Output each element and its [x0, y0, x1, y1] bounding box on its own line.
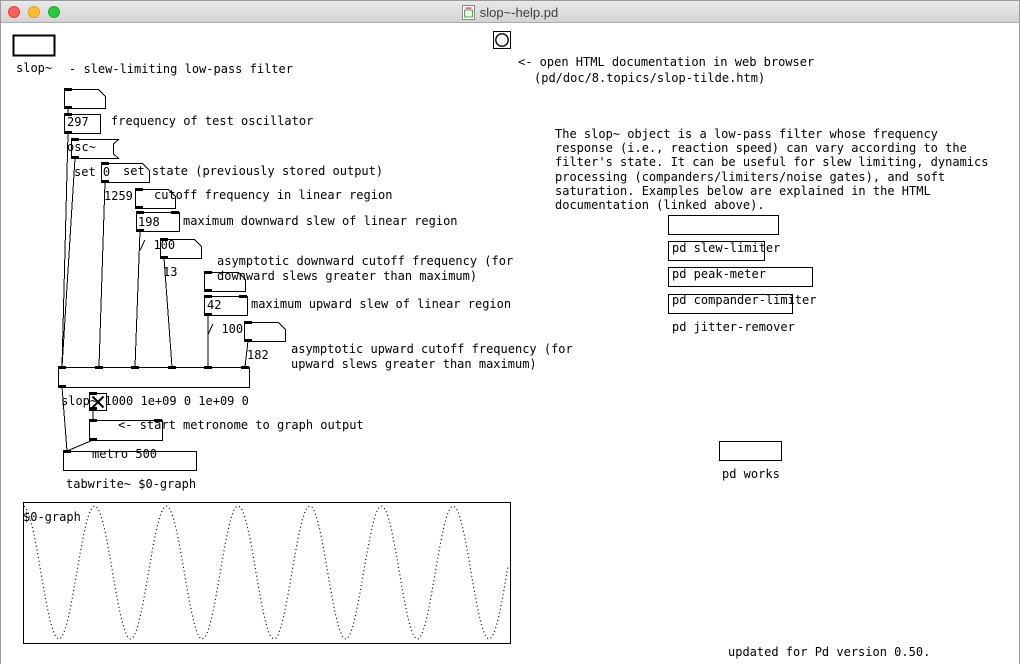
doc-comment: <- open HTML documentation in web browse…: [518, 55, 814, 69]
slop-object-box[interactable]: [59, 368, 250, 388]
doc-bang-box[interactable]: [494, 32, 511, 49]
osc-object-label[interactable]: osc~: [67, 140, 96, 154]
down-asym-number-value[interactable]: 13: [163, 265, 177, 279]
graph-sine-trace: [24, 506, 508, 639]
graph-array-frame: [24, 503, 511, 644]
down-asym-comment: asymptotic downward cutoff frequency (fo…: [217, 254, 513, 283]
set-message-label[interactable]: set 0: [74, 165, 110, 179]
pd-file-icon: [462, 5, 475, 20]
main-object-label[interactable]: slop~: [16, 61, 52, 75]
main-object-box[interactable]: [14, 36, 55, 56]
pd-slew-limiter-label[interactable]: pd slew-limiter: [672, 241, 780, 255]
up-asym-number-box[interactable]: [245, 323, 286, 342]
pd-works-label[interactable]: pd works: [722, 467, 780, 481]
set-comment: set state (previously stored output): [123, 164, 383, 178]
tabwrite-object-label[interactable]: tabwrite~ $0-graph: [66, 477, 196, 491]
cutoff-number-value[interactable]: 1259: [104, 189, 133, 203]
toggle-comment: <- start metronome to graph output: [118, 418, 364, 432]
footer-comment: updated for Pd version 0.50.: [728, 645, 930, 659]
down-slew-number-value[interactable]: 198: [138, 215, 160, 229]
pd-slew-limiter-box[interactable]: [669, 216, 779, 235]
cutoff-comment: cutoff frequency in linear region: [154, 188, 392, 202]
window-title: slop~-help.pd: [480, 5, 558, 20]
down-slew-comment: maximum downward slew of linear region: [183, 214, 458, 228]
description-comment: The slop~ object is a low-pass filter wh…: [555, 127, 988, 212]
metro-object-label[interactable]: metro 500: [92, 447, 157, 461]
tagline-comment: - slew-limiting low-pass filter: [69, 62, 293, 76]
up-slew-comment: maximum upward slew of linear region: [251, 297, 511, 311]
up-asym-number-value[interactable]: 182: [247, 348, 269, 362]
pd-window: slop~-help.pd: [0, 0, 1020, 664]
freq-number-value[interactable]: 297: [67, 115, 89, 129]
pd-jitter-remover-label[interactable]: pd jitter-remover: [672, 320, 795, 334]
up-slew-number-value[interactable]: 42: [207, 298, 221, 312]
up-asym-comment: asymptotic upward cutoff frequency (for …: [291, 342, 573, 371]
titlebar[interactable]: slop~-help.pd: [1, 1, 1019, 23]
pd-works-box[interactable]: [720, 442, 782, 461]
slop-object-label[interactable]: slop~ 1000 1e+09 0 1e+09 0: [61, 394, 249, 408]
graph-label: $0-graph: [23, 510, 81, 524]
doc-path-comment: (pd/doc/8.topics/slop-tilde.htm): [534, 71, 765, 85]
freq-number-box[interactable]: [65, 90, 106, 109]
div100-up-label[interactable]: / 100: [207, 322, 243, 336]
freq-comment: frequency of test oscillator: [111, 114, 313, 128]
pd-peak-meter-label[interactable]: pd peak-meter: [672, 267, 766, 281]
patch-canvas[interactable]: slop~ - slew-limiting low-pass filter <-…: [1, 24, 1019, 664]
pd-compander-limiter-label[interactable]: pd compander-limiter: [672, 293, 817, 307]
div100-down-label[interactable]: / 100: [139, 238, 175, 252]
bang-circle-icon: [496, 34, 508, 46]
